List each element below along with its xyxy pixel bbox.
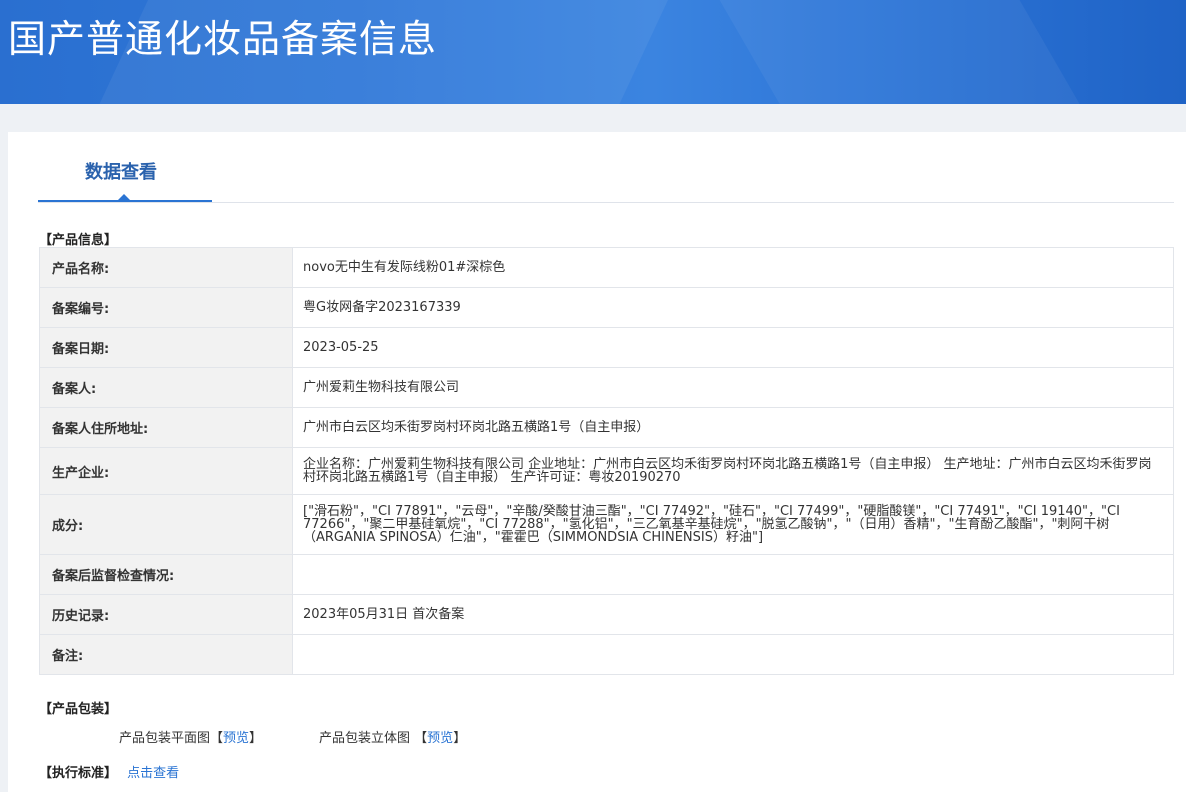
field-value: 粤G妆网备字2023167339	[292, 287, 1174, 328]
field-value	[292, 554, 1174, 595]
table-row: 产品名称: novo无中生有发际线粉01#深棕色	[39, 247, 1174, 288]
page-title: 国产普通化妆品备案信息	[8, 17, 438, 61]
tab-active-indicator	[118, 194, 130, 200]
product-info-heading: 【产品信息】	[39, 233, 118, 248]
table-row: 备案后监督检查情况:	[39, 554, 1174, 595]
package-solid-label: 产品包装立体图	[319, 731, 411, 746]
field-label: 生产企业:	[39, 447, 293, 495]
table-row: 备案人: 广州爱莉生物科技有限公司	[39, 367, 1174, 408]
package-flat-preview-link[interactable]: 预览	[223, 731, 249, 746]
field-label: 备案人住所地址:	[39, 407, 293, 448]
field-label: 产品名称:	[39, 247, 293, 288]
content-card: 数据查看 【产品信息】 产品名称: novo无中生有发际线粉01#深棕色 备案编号:…	[8, 132, 1186, 792]
tab-bar: 数据查看	[38, 132, 1174, 203]
product-info-table: 产品名称: novo无中生有发际线粉01#深棕色 备案编号: 粤G妆网备字202316…	[39, 247, 1174, 675]
table-row: 备案日期: 2023-05-25	[39, 327, 1174, 368]
header-banner: 国产普通化妆品备案信息	[0, 0, 1186, 104]
table-row: 备注:	[39, 634, 1174, 675]
standard-view-link[interactable]: 点击查看	[127, 766, 179, 781]
field-value: 2023-05-25	[292, 327, 1174, 368]
package-solid-preview-link[interactable]: 预览	[427, 731, 453, 746]
field-label: 备注:	[39, 634, 293, 675]
field-label: 成分:	[39, 494, 293, 555]
standard-row: 【执行标准】 点击查看	[39, 762, 179, 781]
field-value	[292, 634, 1174, 675]
tab-label: 数据查看	[85, 162, 157, 183]
field-label: 备案编号:	[39, 287, 293, 328]
table-row: 备案编号: 粤G妆网备字2023167339	[39, 287, 1174, 328]
table-row: 备案人住所地址: 广州市白云区均禾街罗岗村环岗北路五横路1号（自主申报）	[39, 407, 1174, 448]
standard-heading: 【执行标准】	[39, 766, 118, 781]
field-label: 备案人:	[39, 367, 293, 408]
field-value: 2023年05月31日 首次备案	[292, 594, 1174, 635]
table-row: 生产企业: 企业名称：广州爱莉生物科技有限公司 企业地址：广州市白云区均禾街罗岗村…	[39, 447, 1174, 495]
field-label: 历史记录:	[39, 594, 293, 635]
package-flat-label: 产品包装平面图	[119, 731, 211, 746]
package-heading: 【产品包装】	[39, 702, 118, 717]
field-value: 广州市白云区均禾街罗岗村环岗北路五横路1号（自主申报）	[292, 407, 1174, 448]
field-value: 广州爱莉生物科技有限公司	[292, 367, 1174, 408]
banner-decoration	[708, 0, 1112, 104]
table-row: 历史记录: 2023年05月31日 首次备案	[39, 594, 1174, 635]
table-row: 成分: ["滑石粉"，"CI 77891"，"云母"，"辛酸/癸酸甘油三酯"，"C…	[39, 494, 1174, 555]
tab-data-view[interactable]: 数据查看	[38, 132, 212, 202]
field-label: 备案日期:	[39, 327, 293, 368]
field-value: ["滑石粉"，"CI 77891"，"云母"，"辛酸/癸酸甘油三酯"，"CI 7…	[292, 494, 1174, 555]
field-label: 备案后监督检查情况:	[39, 554, 293, 595]
field-value: novo无中生有发际线粉01#深棕色	[292, 247, 1174, 288]
package-solid-item: 产品包装立体图 【预览】	[319, 731, 467, 746]
package-flat-item: 产品包装平面图【预览】	[119, 731, 263, 746]
field-value: 企业名称：广州爱莉生物科技有限公司 企业地址：广州市白云区均禾街罗岗村环岗北路五…	[292, 447, 1174, 495]
